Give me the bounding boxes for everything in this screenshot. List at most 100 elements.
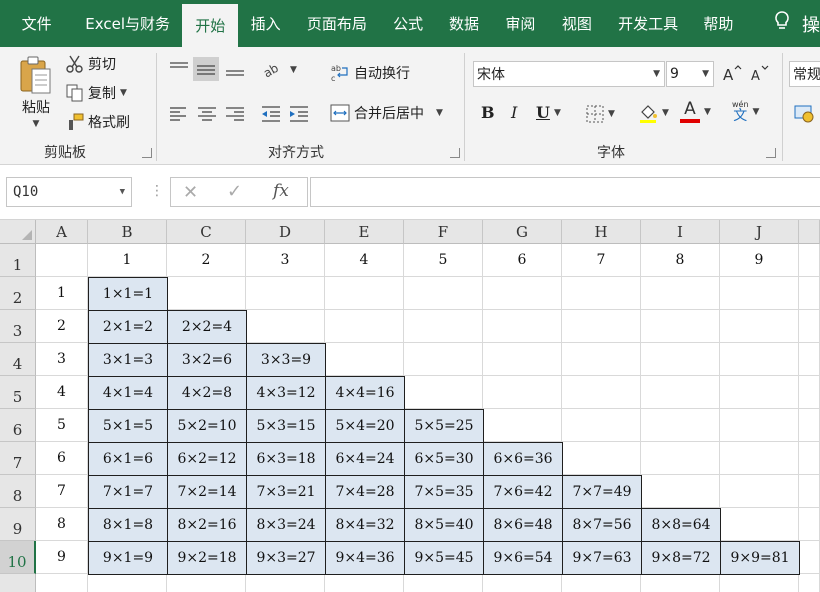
product-cell[interactable]: 4×3=12 — [246, 376, 326, 410]
grid-cell[interactable] — [483, 343, 562, 376]
grid-cell[interactable] — [799, 376, 820, 409]
row-label-cell[interactable]: 1 — [36, 277, 88, 310]
grid-cell[interactable] — [562, 310, 641, 343]
row-header-2[interactable]: 2 — [0, 277, 36, 310]
chevron-down-icon[interactable]: ▼ — [704, 107, 711, 117]
product-cell[interactable]: 4×1=4 — [88, 376, 168, 410]
copy-button[interactable]: 复制 ▼ — [66, 83, 127, 103]
grid-cell[interactable] — [483, 409, 562, 442]
column-header-b[interactable]: B — [88, 220, 167, 244]
grid-cell[interactable] — [720, 310, 799, 343]
product-cell[interactable]: 8×3=24 — [246, 508, 326, 542]
row-header-4[interactable]: 4 — [0, 343, 36, 376]
grid-cell[interactable] — [641, 442, 720, 475]
orientation-button[interactable]: ab ▼ — [262, 61, 297, 79]
grid-cell[interactable] — [799, 574, 820, 592]
grid-cell[interactable] — [641, 277, 720, 310]
decrease-font-size-button[interactable]: A — [750, 63, 770, 83]
product-cell[interactable]: 5×4=20 — [325, 409, 405, 443]
row-header-9[interactable]: 9 — [0, 508, 36, 541]
row-header-3[interactable]: 3 — [0, 310, 36, 343]
product-cell[interactable]: 9×9=81 — [720, 541, 800, 575]
grid-cell[interactable] — [88, 574, 167, 592]
tab-formulas[interactable]: 公式 — [381, 0, 435, 47]
product-cell[interactable]: 3×3=9 — [246, 343, 326, 377]
row-label-cell[interactable]: 8 — [36, 508, 88, 541]
grid-cell[interactable] — [799, 244, 820, 277]
header-cell[interactable]: 7 — [562, 244, 641, 277]
tab-view[interactable]: 视图 — [548, 0, 605, 47]
product-cell[interactable]: 9×8=72 — [641, 541, 721, 575]
header-cell[interactable]: 9 — [720, 244, 799, 277]
increase-font-size-button[interactable]: A — [722, 63, 742, 83]
column-header-d[interactable]: D — [246, 220, 325, 244]
align-left-button[interactable] — [168, 105, 190, 123]
tell-me-box[interactable]: 操 — [746, 0, 820, 47]
tab-help[interactable]: 帮助 — [691, 0, 746, 47]
tab-file[interactable]: 文件 — [0, 0, 73, 47]
increase-indent-button[interactable] — [288, 105, 310, 123]
grid-cell[interactable] — [562, 409, 641, 442]
row-label-cell[interactable]: 6 — [36, 442, 88, 475]
grid-cell[interactable] — [483, 277, 562, 310]
grid-cell[interactable] — [720, 442, 799, 475]
paste-button[interactable]: 粘贴 ▼ — [18, 55, 54, 129]
product-cell[interactable]: 8×1=8 — [88, 508, 168, 542]
product-cell[interactable]: 6×6=36 — [483, 442, 563, 476]
clipboard-launcher-icon[interactable] — [142, 148, 152, 158]
accounting-format-button[interactable] — [794, 103, 816, 123]
grid-cell[interactable] — [799, 508, 820, 541]
product-cell[interactable]: 7×3=21 — [246, 475, 326, 509]
grid-cell[interactable] — [404, 343, 483, 376]
align-center-button[interactable] — [196, 105, 218, 123]
product-cell[interactable]: 5×5=25 — [404, 409, 484, 443]
grid-cell[interactable] — [641, 310, 720, 343]
grid-cell[interactable] — [562, 442, 641, 475]
grid-cell[interactable] — [562, 343, 641, 376]
align-right-button[interactable] — [224, 105, 246, 123]
grid-cell[interactable] — [641, 574, 720, 592]
grid-cell[interactable] — [483, 310, 562, 343]
chevron-down-icon[interactable]: ▼ — [554, 108, 561, 118]
grid-cell[interactable] — [246, 574, 325, 592]
grid-cell[interactable] — [246, 277, 325, 310]
header-cell[interactable]: 2 — [167, 244, 246, 277]
column-header-a[interactable]: A — [36, 220, 88, 244]
align-bottom-button[interactable] — [224, 59, 246, 79]
bold-button[interactable]: B — [481, 103, 495, 122]
font-name-select[interactable]: 宋体 ▼ — [473, 61, 665, 87]
phonetic-guide-button[interactable]: wén 文 ▼ — [732, 101, 760, 124]
product-cell[interactable]: 3×2=6 — [167, 343, 247, 377]
product-cell[interactable]: 6×3=18 — [246, 442, 326, 476]
grid-cell[interactable] — [246, 310, 325, 343]
column-header-i[interactable]: I — [641, 220, 720, 244]
product-cell[interactable]: 1×1=1 — [88, 277, 168, 311]
row-header-6[interactable]: 6 — [0, 409, 36, 442]
product-cell[interactable]: 9×4=36 — [325, 541, 405, 575]
row-label-cell[interactable]: 7 — [36, 475, 88, 508]
grid-cell[interactable] — [404, 574, 483, 592]
header-cell[interactable]: 8 — [641, 244, 720, 277]
grid-cell[interactable] — [562, 376, 641, 409]
product-cell[interactable]: 7×7=49 — [562, 475, 642, 509]
merge-center-button[interactable]: 合并后居中 ▼ — [330, 103, 443, 123]
tab-developer[interactable]: 开发工具 — [606, 0, 691, 47]
grid-cell[interactable] — [799, 442, 820, 475]
underline-button[interactable]: U ▼ — [536, 103, 561, 122]
product-cell[interactable]: 7×2=14 — [167, 475, 247, 509]
wrap-text-button[interactable]: ab c 自动换行 — [330, 63, 410, 83]
align-top-button[interactable] — [168, 57, 190, 77]
chevron-down-icon[interactable]: ▼ — [753, 107, 760, 117]
decrease-indent-button[interactable] — [260, 105, 282, 123]
product-cell[interactable]: 7×6=42 — [483, 475, 563, 509]
row-header-8[interactable]: 8 — [0, 475, 36, 508]
grid-cell[interactable] — [720, 277, 799, 310]
column-header-g[interactable]: G — [483, 220, 562, 244]
tab-excel-finance[interactable]: Excel与财务 — [73, 0, 182, 47]
tab-insert[interactable]: 插入 — [238, 0, 292, 47]
grid-cell[interactable] — [641, 343, 720, 376]
column-header-k[interactable] — [799, 220, 820, 244]
grid-cell[interactable] — [404, 376, 483, 409]
grid-cell[interactable] — [720, 343, 799, 376]
alignment-launcher-icon[interactable] — [450, 148, 460, 158]
